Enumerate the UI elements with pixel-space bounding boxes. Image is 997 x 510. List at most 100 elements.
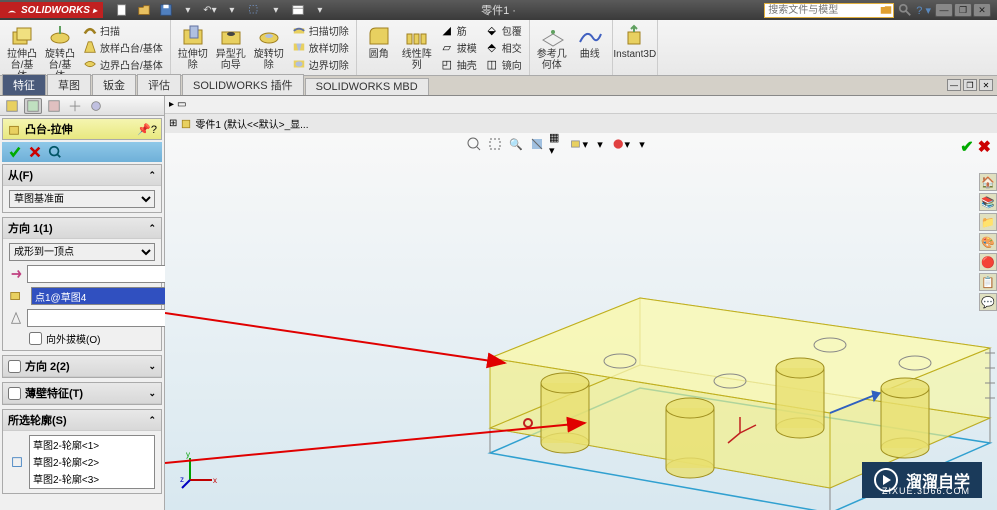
contours-header[interactable]: 所选轮廓(S)⌃ <box>3 410 161 431</box>
ref-geometry-button[interactable]: 参考几何体 <box>534 22 570 73</box>
draft-angle-icon[interactable] <box>9 310 23 326</box>
thin-header[interactable]: 薄壁特征(T)⌄ <box>3 383 161 404</box>
from-header[interactable]: 从(F)⌃ <box>3 165 161 186</box>
pattern-button[interactable]: 线性阵列 <box>399 22 435 73</box>
tab-features[interactable]: 特征 <box>2 74 46 95</box>
ok-icon[interactable] <box>8 145 22 159</box>
fillet-button[interactable]: 圆角 <box>361 22 397 62</box>
from-select[interactable]: 草图基准面 <box>9 190 155 208</box>
view-orient-icon[interactable]: ▦ ▾ <box>549 135 567 153</box>
appearance-icon[interactable]: ▾ <box>612 135 630 153</box>
revolve-cut-button[interactable]: 旋转切除 <box>251 22 287 73</box>
close-button[interactable]: ✕ <box>973 3 991 17</box>
loft-cut-button[interactable]: 放样切除 <box>289 39 352 55</box>
sweep-boss-button[interactable]: 扫描 <box>80 22 166 38</box>
expand-icon[interactable]: ⊞ <box>169 118 177 129</box>
taskpane-design-lib-icon[interactable]: 📚 <box>979 193 997 211</box>
property-mgr-tab-icon[interactable] <box>24 98 42 114</box>
display-style-icon[interactable]: ▾ <box>570 135 588 153</box>
feature-tree-tab-icon[interactable] <box>3 98 21 114</box>
taskpane-file-explorer-icon[interactable]: 📁 <box>979 213 997 231</box>
boundary-cut-button[interactable]: 边界切除 <box>289 56 352 72</box>
tab-mbd[interactable]: SOLIDWORKS MBD <box>305 78 429 95</box>
direction1-header[interactable]: 方向 1(1)⌃ <box>3 218 161 239</box>
thin-checkbox[interactable] <box>8 387 21 400</box>
help-icon[interactable]: ? ▾ <box>916 4 931 17</box>
boundary-boss-button[interactable]: 边界凸台/基体 <box>80 56 166 72</box>
help-pin-icon[interactable]: 📌? <box>137 123 157 136</box>
direction2-checkbox[interactable] <box>8 360 21 373</box>
wrap-button[interactable]: ⬙包覆 <box>482 22 525 38</box>
list-item[interactable]: 草图2-轮廓<3> <box>30 470 154 487</box>
section-view-icon[interactable] <box>528 135 546 153</box>
display-mgr-tab-icon[interactable] <box>87 98 105 114</box>
sweep-cut-button[interactable]: 扫描切除 <box>289 22 352 38</box>
shell-button[interactable]: ◰抽壳 <box>437 56 480 72</box>
tab-sketch[interactable]: 草图 <box>47 74 91 95</box>
select-icon[interactable] <box>245 2 263 18</box>
new-icon[interactable] <box>113 2 131 18</box>
rib-button[interactable]: ◢筋 <box>437 22 480 38</box>
vertex-select-input[interactable] <box>31 287 171 305</box>
feature-header: 凸台-拉伸 📌? <box>2 118 162 140</box>
zoom-area-icon[interactable] <box>486 135 504 153</box>
list-item[interactable]: 草图2-轮廓<3> <box>30 487 154 489</box>
extrude-cut-button[interactable]: 拉伸切除 <box>175 22 211 73</box>
list-item[interactable]: 草图2-轮廓<2> <box>30 453 154 470</box>
search-input[interactable] <box>764 3 894 18</box>
restore-button[interactable]: ❐ <box>954 3 972 17</box>
extrude-icon <box>7 122 21 136</box>
draft-angle-input[interactable] <box>27 309 167 327</box>
canvas[interactable]: 🔍 ▦ ▾ ▾ ▾ ▾ ▾ ✔ ✖ 🏠 📚 📁 🎨 🔴 📋 <box>165 133 997 510</box>
contour-icon <box>9 454 25 470</box>
more-icon[interactable]: ▾ <box>311 2 329 18</box>
corner-ok-icon[interactable]: ✔ <box>960 137 973 157</box>
loft-boss-button[interactable]: 放样凸台/基体 <box>80 39 166 55</box>
search-icon[interactable] <box>898 3 912 17</box>
hole-wizard-button[interactable]: 异型孔向导 <box>213 22 249 73</box>
prev-view-icon[interactable]: 🔍 <box>507 135 525 153</box>
redo-icon[interactable]: ▾ <box>223 2 241 18</box>
corner-cancel-icon[interactable]: ✖ <box>978 137 991 157</box>
thin-section: 薄壁特征(T)⌄ <box>2 382 162 405</box>
taskpane-resources-icon[interactable]: 🏠 <box>979 173 997 191</box>
zoom-fit-icon[interactable] <box>465 135 483 153</box>
mdi-min-icon[interactable]: — <box>947 79 961 91</box>
save-icon[interactable] <box>157 2 175 18</box>
mdi-max-icon[interactable]: ❐ <box>963 79 977 91</box>
contours-listbox[interactable]: 草图2-轮廓<1> 草图2-轮廓<2> 草图2-轮廓<3> 草图2-轮廓<3> <box>29 435 155 489</box>
draft-button[interactable]: ▱拔模 <box>437 39 480 55</box>
direction2-header[interactable]: 方向 2(2)⌄ <box>3 356 161 377</box>
graphics-area-wrapper: ▸ ▭ — ❐ ✕ ⊞ 零件1 (默认<<默认>_显... 🔍 ▦ ▾ <box>165 96 997 510</box>
reverse-dir-icon[interactable] <box>9 266 23 282</box>
taskpane-view-palette-icon[interactable]: 🎨 <box>979 233 997 251</box>
mirror-button[interactable]: ◫镜向 <box>482 56 525 72</box>
scene-icon[interactable]: ▾ <box>633 135 651 153</box>
view-triad[interactable]: y x z <box>180 450 220 490</box>
detail-preview-icon[interactable] <box>48 145 62 159</box>
hide-show-icon[interactable]: ▾ <box>591 135 609 153</box>
list-item[interactable]: 草图2-轮廓<1> <box>30 436 154 453</box>
print-icon[interactable]: ▾ <box>179 2 197 18</box>
tab-sheetmetal[interactable]: 钣金 <box>92 74 136 95</box>
end-condition-select[interactable]: 成形到一顶点 <box>9 243 155 261</box>
mdi-close-icon[interactable]: ✕ <box>979 79 993 91</box>
minimize-button[interactable]: — <box>935 3 953 17</box>
tab-addins[interactable]: SOLIDWORKS 插件 <box>182 74 304 95</box>
open-icon[interactable] <box>135 2 153 18</box>
dimx-mgr-tab-icon[interactable] <box>66 98 84 114</box>
direction-vector-input[interactable] <box>27 265 167 283</box>
tab-evaluate[interactable]: 评估 <box>137 74 181 95</box>
rebuild-icon[interactable]: ▾ <box>267 2 285 18</box>
curves-button[interactable]: 曲线 <box>572 22 608 62</box>
undo-icon[interactable]: ↶▾ <box>201 2 219 18</box>
flyout-tree-root[interactable]: ⊞ 零件1 (默认<<默认>_显... <box>165 114 997 133</box>
cancel-icon[interactable] <box>28 145 42 159</box>
draft-outward-checkbox[interactable] <box>29 332 42 345</box>
tree-collapse-icon[interactable]: ▭ <box>177 99 186 110</box>
instant3d-button[interactable]: Instant3D <box>617 22 653 62</box>
intersect-button[interactable]: ⬘相交 <box>482 39 525 55</box>
config-mgr-tab-icon[interactable] <box>45 98 63 114</box>
tree-toggle-icon[interactable]: ▸ <box>169 99 174 110</box>
options-icon[interactable] <box>289 2 307 18</box>
